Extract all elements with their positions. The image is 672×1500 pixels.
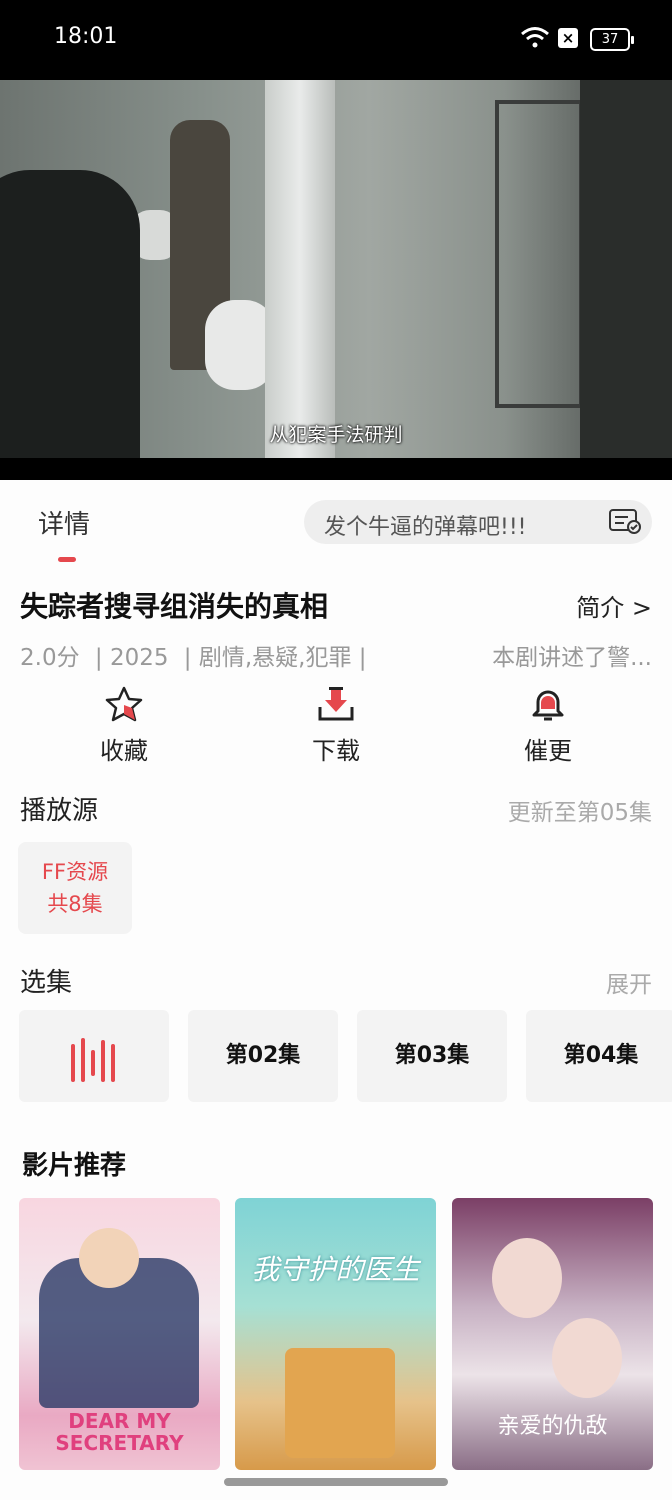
source-update: 更新至第05集 (507, 800, 652, 826)
show-year: | 2025 (94, 645, 169, 671)
poster-title: 亲爱的仇敌 (497, 1414, 608, 1439)
recommend-poster[interactable]: 我守护的医生 (235, 1198, 436, 1470)
video-frame: 从犯案手法研判 (0, 80, 672, 470)
show-score: 2.0分 (20, 645, 80, 671)
intro-link[interactable]: 简介 > (576, 588, 652, 623)
show-genres: | 剧情,悬疑,犯罪 | (183, 645, 367, 671)
recommend-poster[interactable]: DEAR MY SECRETARY (19, 1198, 220, 1470)
download-label: 下载 (312, 737, 360, 765)
danmu-input[interactable]: 发个牛逼的弹幕吧!!! (304, 500, 652, 544)
download-icon (318, 687, 354, 721)
episode-item[interactable]: 第02集 (188, 1010, 338, 1102)
poster-title: 我守护的医生 (251, 1253, 420, 1286)
playing-bars-icon (71, 1038, 115, 1082)
show-description[interactable]: 本剧讲述了警... (472, 638, 652, 672)
wifi-icon (521, 27, 549, 48)
star-icon (105, 686, 143, 722)
episode-playing[interactable] (19, 1010, 169, 1102)
poster-title: DEAR MY SECRETARY (55, 1409, 184, 1455)
favorite-button[interactable]: 收藏 (54, 685, 194, 766)
video-subtitle: 从犯案手法研判 (269, 424, 403, 446)
favorite-label: 收藏 (100, 737, 148, 765)
bell-icon (532, 690, 564, 721)
status-bar: 18:01 × 37 (0, 0, 672, 80)
battery-level: 37 (601, 32, 619, 47)
home-indicator[interactable] (224, 1478, 448, 1486)
episode-item[interactable]: 第03集 (357, 1010, 507, 1102)
source-card[interactable]: FF资源 共8集 (18, 842, 132, 934)
tab-detail[interactable]: 详情 (38, 504, 90, 541)
show-title: 失踪者搜寻组消失的真相 (20, 590, 329, 623)
no-sim-icon: × (558, 28, 578, 48)
video-player[interactable]: 从犯案手法研判 (0, 80, 672, 480)
source-name: FF资源 (41, 860, 109, 884)
status-time: 18:01 (54, 24, 118, 49)
episodes-title: 选集 (20, 968, 73, 998)
episode-item[interactable]: 第04集 (526, 1010, 672, 1102)
download-button[interactable]: 下载 (266, 685, 406, 766)
recommend-poster[interactable]: 亲爱的仇敌 (452, 1198, 653, 1470)
danmu-placeholder: 发个牛逼的弹幕吧!!! (324, 515, 527, 540)
danmu-settings-icon[interactable] (608, 508, 642, 534)
show-meta: 2.0分 | 2025 | 剧情,悬疑,犯罪 | (20, 638, 375, 672)
recommend-title: 影片推荐 (22, 1151, 127, 1181)
source-count: 共8集 (47, 892, 103, 916)
remind-label: 催更 (524, 737, 572, 765)
source-title: 播放源 (20, 796, 99, 826)
episodes-expand[interactable]: 展开 (606, 965, 652, 999)
remind-update-button[interactable]: 催更 (478, 685, 618, 766)
tab-active-indicator (58, 557, 76, 562)
battery-icon: 37 (590, 28, 634, 51)
